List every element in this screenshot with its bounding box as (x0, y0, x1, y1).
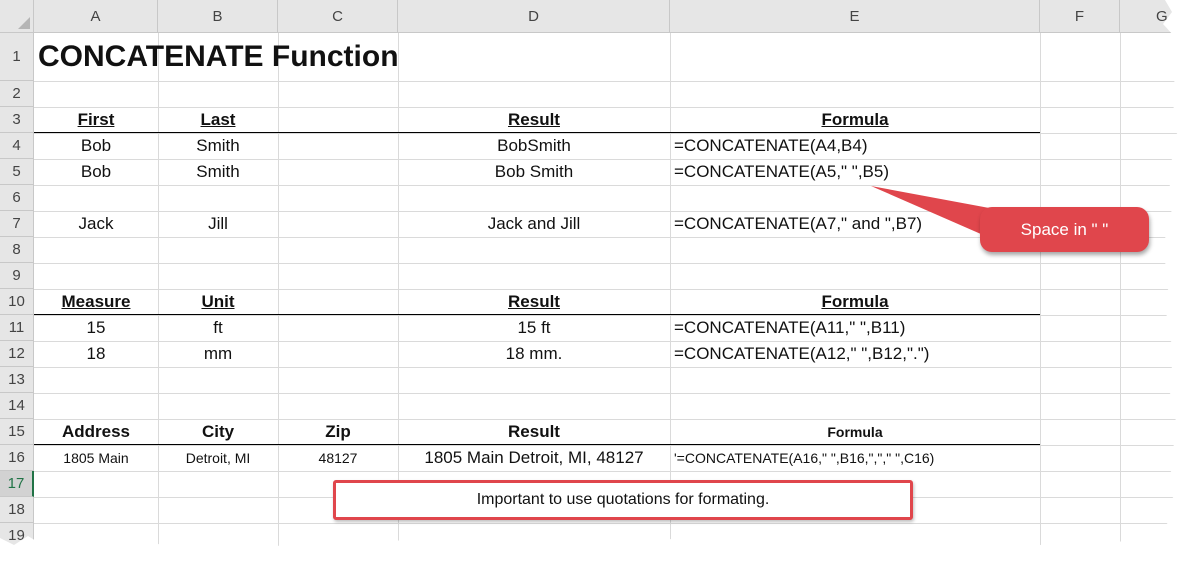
spreadsheet[interactable]: A B C D E F G 1 2 3 4 5 6 7 8 9 10 11 12… (0, 0, 1185, 561)
torn-edge-decoration (0, 0, 1185, 561)
